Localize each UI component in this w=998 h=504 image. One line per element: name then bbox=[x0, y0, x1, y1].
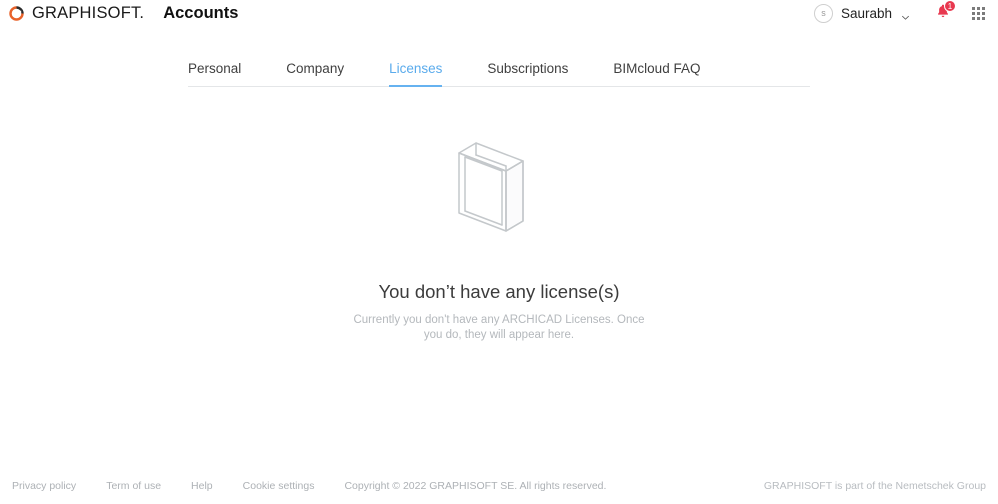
page-footer: Privacy policy Term of use Help Cookie s… bbox=[0, 480, 998, 492]
brand-logo-area[interactable]: GRAPHISOFT. Accounts bbox=[9, 4, 238, 23]
notifications-button[interactable]: 1 bbox=[929, 0, 957, 25]
apps-grid-dot bbox=[971, 16, 975, 20]
footer-link-privacy-policy[interactable]: Privacy policy bbox=[12, 480, 76, 492]
apps-grid-dot bbox=[981, 6, 985, 10]
footer-links: Privacy policy Term of use Help Cookie s… bbox=[12, 480, 606, 492]
apps-grid-dot bbox=[976, 16, 980, 20]
empty-binder-box-icon bbox=[445, 131, 553, 239]
tabs-container: Personal Company Licenses Subscriptions … bbox=[0, 61, 998, 87]
user-name-label: Saurabh bbox=[840, 5, 892, 21]
brand-wordmark: GRAPHISOFT. bbox=[32, 3, 145, 22]
apps-grid-dot bbox=[981, 16, 985, 20]
apps-grid-dot bbox=[976, 11, 980, 15]
tab-bar: Personal Company Licenses Subscriptions … bbox=[188, 61, 810, 87]
footer-link-help[interactable]: Help bbox=[191, 480, 213, 492]
tab-licenses[interactable]: Licenses bbox=[389, 61, 443, 87]
empty-state: You don’t have any license(s) Currently … bbox=[0, 131, 998, 343]
tab-company[interactable]: Company bbox=[286, 61, 344, 87]
app-header: GRAPHISOFT. Accounts s Saurabh 1 bbox=[0, 0, 998, 26]
tab-subscriptions[interactable]: Subscriptions bbox=[487, 61, 568, 87]
header-actions: s Saurabh 1 bbox=[813, 0, 990, 25]
page-title: Accounts bbox=[163, 3, 239, 22]
apps-grid-icon[interactable] bbox=[966, 1, 990, 25]
apps-grid-dot bbox=[981, 11, 985, 15]
empty-state-title: You don’t have any license(s) bbox=[378, 281, 620, 302]
footer-copyright: Copyright © 2022 GRAPHISOFT SE. All righ… bbox=[344, 480, 607, 492]
footer-link-term-of-use[interactable]: Term of use bbox=[106, 480, 161, 492]
empty-state-subtitle: Currently you don't have any ARCHICAD Li… bbox=[353, 314, 645, 341]
footer-group-note: GRAPHISOFT is part of the Nemetschek Gro… bbox=[763, 480, 986, 492]
graphisoft-circle-logo-icon bbox=[9, 5, 24, 21]
footer-link-cookie-settings[interactable]: Cookie settings bbox=[243, 480, 315, 492]
apps-grid-dot bbox=[976, 6, 980, 10]
avatar: s bbox=[813, 3, 833, 23]
tab-bimcloud-faq[interactable]: BIMcloud FAQ bbox=[613, 61, 700, 87]
apps-grid-dot bbox=[971, 6, 975, 10]
tab-personal[interactable]: Personal bbox=[188, 61, 241, 87]
user-menu[interactable]: s Saurabh bbox=[813, 3, 910, 23]
apps-grid-dot bbox=[971, 11, 975, 15]
notification-count-badge: 1 bbox=[944, 0, 956, 12]
chevron-down-icon bbox=[901, 9, 910, 20]
